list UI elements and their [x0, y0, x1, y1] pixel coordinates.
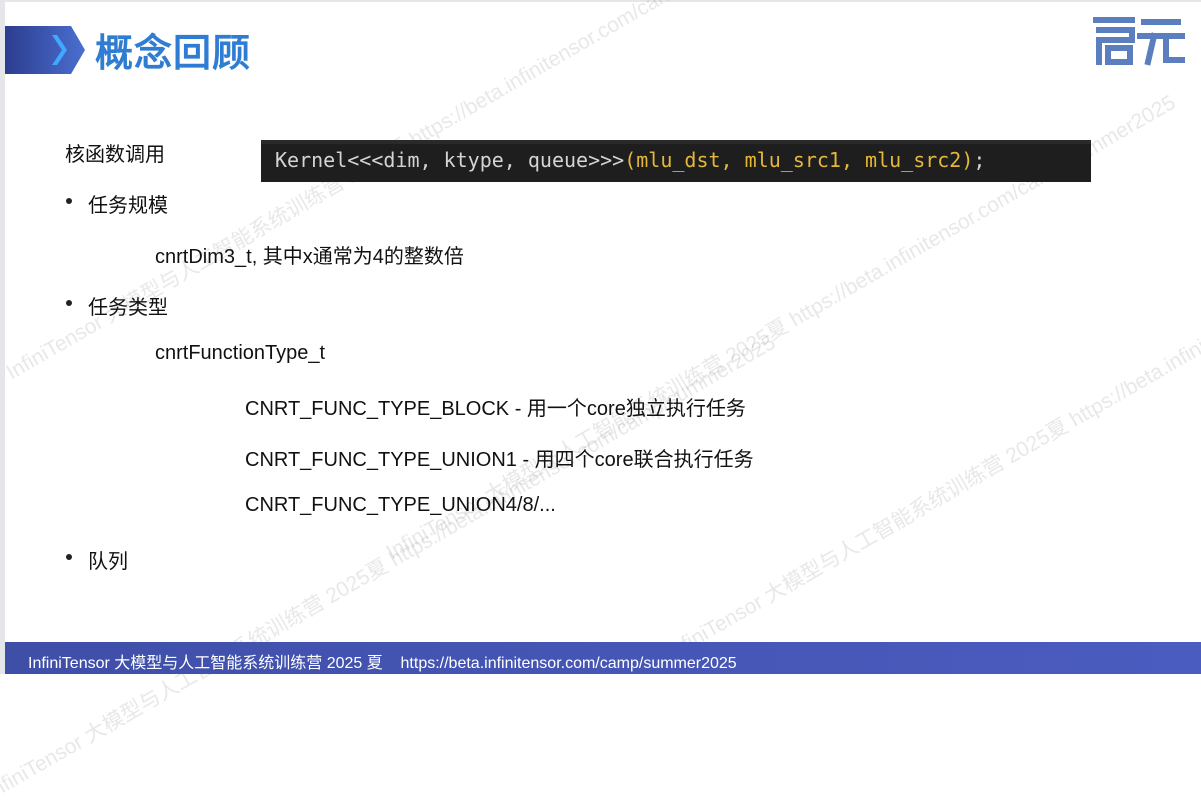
bullet-queue: 队列 — [88, 551, 128, 573]
qiyuan-logo — [1093, 17, 1185, 66]
func-type-union1: CNRT_FUNC_TYPE_UNION1 - 用四个core联合执行任务 — [245, 449, 754, 471]
kernel-call-line: Kernel<<<dim, ktype, queue>>>(mlu_dst, m… — [275, 148, 985, 172]
func-type-block: CNRT_FUNC_TYPE_BLOCK - 用一个core独立执行任务 — [245, 398, 746, 420]
watermark: InfiniTensor 大模型与人工智能系统训练营 2025夏 https:/… — [662, 190, 1201, 665]
code-snippet: Kernel<<<dim, ktype, queue>>>(mlu_dst, m… — [261, 140, 1091, 182]
dim-description: cnrtDim3_t, 其中x通常为4的整数倍 — [155, 246, 464, 268]
code-snippet-cropped-line — [261, 140, 1091, 144]
section-label: 核函数调用 — [65, 144, 165, 166]
bullet-dot — [66, 198, 72, 204]
kernel-call-args: (mlu_dst, mlu_src1, mlu_src2) — [624, 148, 974, 172]
footer-text: InfiniTensor 大模型与人工智能系统训练营 2025 夏 https:… — [28, 655, 737, 672]
function-type-name: cnrtFunctionType_t — [155, 342, 326, 364]
bullet-task-scale: 任务规模 — [88, 195, 168, 217]
slide-top-edge — [0, 0, 1201, 2]
bullet-dot — [66, 300, 72, 306]
kernel-call-head: Kernel<<<dim, ktype, queue>>> — [275, 148, 625, 172]
kernel-call-end: ; — [973, 148, 986, 172]
slide-left-edge — [0, 0, 5, 674]
page-title: 概念回顾 — [95, 31, 252, 75]
func-type-union-n: CNRT_FUNC_TYPE_UNION4/8/... — [245, 494, 556, 516]
bullet-dot — [66, 554, 72, 560]
footer-bar: InfiniTensor 大模型与人工智能系统训练营 2025 夏 https:… — [5, 642, 1201, 674]
bullet-task-type: 任务类型 — [88, 297, 168, 319]
title-banner-icon — [5, 26, 85, 74]
